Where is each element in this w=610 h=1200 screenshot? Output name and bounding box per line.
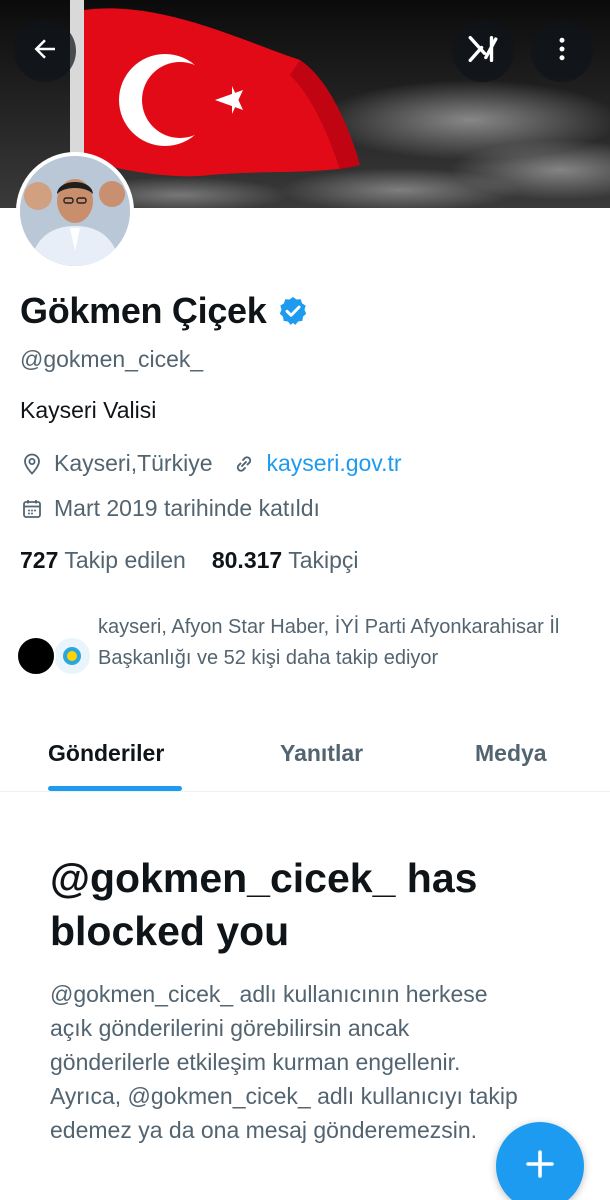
more-options-button[interactable] (531, 20, 593, 82)
profile-bio: Kayseri Valisi (20, 397, 157, 423)
location-pin-icon (20, 452, 44, 476)
active-tab-indicator (48, 786, 182, 791)
tab-media[interactable]: Medya (475, 740, 547, 767)
grok-button[interactable] (452, 20, 514, 82)
profile-name-row: Gökmen Çiçek (20, 290, 309, 332)
link-icon (232, 452, 256, 476)
blocked-description: @gokmen_cicek_ adlı kullanıcının herkese… (50, 981, 518, 1143)
followers-stat[interactable]: 80.317 Takipçi (212, 547, 359, 574)
profile-meta-row: Kayseri,Türkiye kayseri.gov.tr (20, 450, 402, 477)
avatar (52, 636, 92, 676)
following-stat[interactable]: 727 Takip edilen (20, 547, 186, 574)
plus-icon (522, 1146, 558, 1187)
tab-posts[interactable]: Gönderiler (48, 740, 164, 767)
tab-replies[interactable]: Yanıtlar (280, 740, 363, 767)
known-followers-avatars (16, 612, 98, 676)
followers-label: Takipçi (288, 547, 359, 573)
avatar (16, 636, 56, 676)
blocked-title: @gokmen_cicek_ has blocked you (50, 855, 478, 954)
calendar-icon (20, 497, 44, 521)
arrow-left-icon (30, 34, 60, 69)
following-count: 727 (20, 547, 59, 573)
followers-count: 80.317 (211, 547, 283, 573)
following-label: Takip edilen (64, 547, 186, 573)
profile-joined-row: Mart 2019 tarihinde katıldı (20, 495, 320, 522)
profile-location: Kayseri,Türkiye (54, 450, 213, 476)
back-button[interactable] (14, 20, 76, 82)
known-followers-text: kayseri, Afyon Star Haber, İYİ Parti Afy… (98, 616, 560, 669)
more-vertical-icon (547, 34, 577, 69)
profile-avatar[interactable] (16, 152, 134, 270)
profile-website-link[interactable]: kayseri.gov.tr (266, 450, 401, 477)
display-name: Gökmen Çiçek (20, 290, 267, 331)
verified-badge-icon[interactable] (277, 295, 309, 327)
follow-stats: 727 Takip edilen 80.317 Takipçi (20, 547, 359, 574)
compose-button[interactable] (496, 1122, 584, 1200)
profile-handle: @gokmen_cicek_ (20, 346, 204, 372)
profile-tabs: Gönderiler Yanıtlar Medya (0, 720, 610, 792)
followers-you-know[interactable]: kayseri, Afyon Star Haber, İYİ Parti Afy… (16, 612, 559, 676)
grok-icon (466, 32, 500, 71)
profile-joined-date: Mart 2019 tarihinde katıldı (54, 495, 320, 521)
